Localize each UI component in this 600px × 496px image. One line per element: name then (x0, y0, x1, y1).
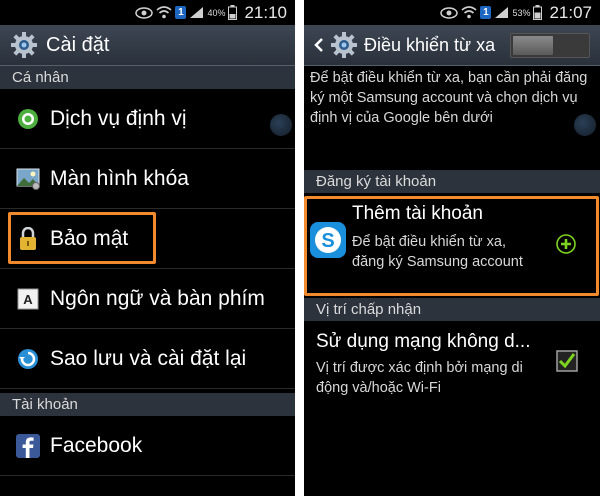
settings-item-location[interactable]: Dịch vụ định vị (0, 89, 295, 149)
settings-screen: 1 40% 21:10 Cài đặt Cá nhân Dịch vụ định… (0, 0, 295, 496)
settings-gear-icon (330, 31, 358, 59)
battery-percent: 40% (207, 7, 226, 18)
page-title: Điều khiển từ xa (364, 34, 496, 55)
page-title: Cài đặt (46, 33, 110, 56)
status-time: 21:07 (549, 2, 592, 22)
remote-control-screen: 1 53% 21:07 Điều khiển từ xa Để bật điều… (304, 0, 600, 496)
section-header-accounts: Tài khoản (0, 393, 295, 416)
notification-badge: 1 (175, 6, 187, 19)
status-time: 21:10 (244, 2, 287, 22)
backup-restore-icon (16, 347, 40, 371)
scroll-indicator (574, 114, 596, 136)
settings-item-label: Facebook (50, 433, 143, 457)
remote-control-description: Để bật điều khiển từ xa, bạn cần phải đă… (310, 70, 588, 126)
settings-item-backup[interactable]: Sao lưu và cài đặt lại (0, 329, 295, 389)
section-header-location: Vị trí chấp nhận (304, 298, 600, 321)
wifi-icon (461, 6, 477, 19)
wireless-location-subtitle: Vị trí được xác định bởi mạng di động và… (316, 360, 523, 396)
highlight-box-add-account (304, 196, 599, 296)
section-header-register: Đăng ký tài khoản (304, 170, 600, 193)
battery-percent: 53% (512, 7, 531, 18)
section-header-personal: Cá nhân (0, 66, 295, 89)
signal-icon (189, 6, 204, 19)
settings-item-label: Ngôn ngữ và bàn phím (50, 286, 265, 310)
settings-gear-icon[interactable] (10, 31, 38, 59)
notification-badge: 1 (480, 6, 492, 19)
settings-item-label: Màn hình khóa (50, 166, 189, 190)
battery-icon (228, 5, 238, 20)
eye-icon (440, 6, 459, 19)
battery-icon (533, 5, 543, 20)
facebook-icon (16, 433, 40, 458)
lockscreen-image-icon (16, 167, 40, 191)
wifi-icon (156, 6, 172, 19)
keyboard-letter-icon: A (16, 287, 40, 311)
toggle-knob (513, 36, 553, 55)
wireless-location-checkbox[interactable] (556, 350, 578, 377)
settings-item-lockscreen[interactable]: Màn hình khóa (0, 149, 295, 209)
action-bar: Cài đặt (0, 25, 295, 66)
remote-control-toggle[interactable] (510, 33, 590, 58)
settings-item-label: Dịch vụ định vị (50, 106, 187, 130)
location-icon (16, 107, 40, 131)
settings-item-facebook[interactable]: Facebook (0, 416, 295, 476)
signal-icon (494, 6, 509, 19)
status-bar: 1 40% 21:10 (0, 0, 295, 25)
wireless-location-item[interactable]: Sử dụng mạng không d... Vị trí được xác … (304, 322, 600, 402)
highlight-box-security (8, 212, 156, 264)
settings-item-language[interactable]: A Ngôn ngữ và bàn phím (0, 269, 295, 329)
settings-item-label: Sao lưu và cài đặt lại (50, 346, 247, 370)
scroll-indicator (270, 114, 292, 136)
eye-icon (135, 6, 154, 19)
wireless-location-title: Sử dụng mạng không d... (316, 331, 531, 352)
back-chevron-icon[interactable] (314, 37, 324, 53)
status-bar: 1 53% 21:07 (304, 0, 600, 25)
svg-text:A: A (23, 292, 33, 307)
